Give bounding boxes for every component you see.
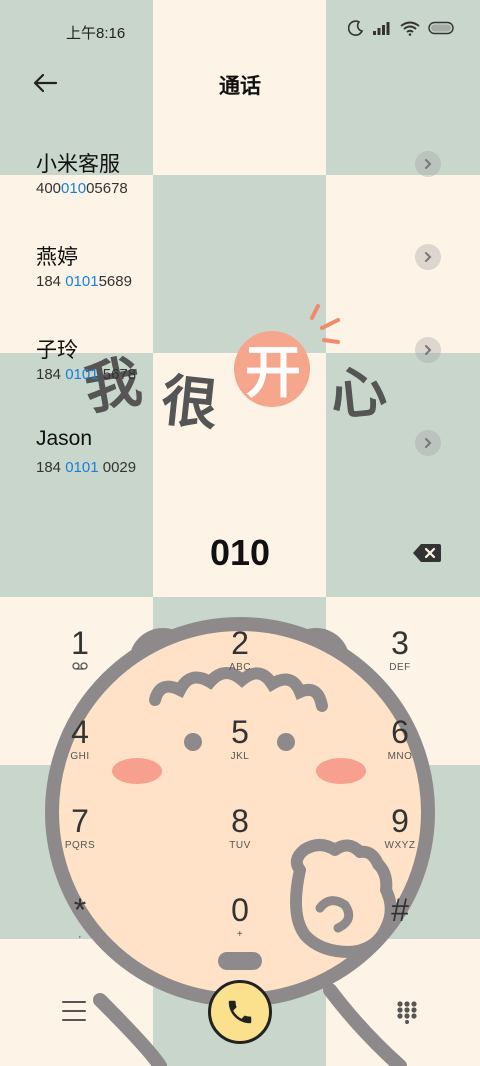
menu-button[interactable] [60,998,88,1024]
battery-icon [428,21,454,35]
app-header: 通话 [0,60,480,106]
phone-icon [228,1000,252,1024]
dialer-bottom-bar [0,980,480,1050]
contact-number: 184 0101 5678 [36,366,137,383]
dial-key-2[interactable]: 2 ABC [190,624,290,704]
contact-number: 40001005678 [36,180,128,197]
dialed-number: 010 [209,532,271,573]
dial-key-3[interactable]: 3 DEF [350,624,450,704]
dial-key-6[interactable]: 6 MNO [350,713,450,793]
contact-detail-button[interactable] [415,244,441,270]
chevron-right-icon [425,159,432,169]
dial-key-star[interactable]: * , [30,891,130,971]
chevron-right-icon [425,438,432,448]
contact-name: 子玲 [36,339,78,362]
signal-icon [373,22,390,35]
keypad-toggle-icon[interactable] [396,1000,418,1024]
contact-item[interactable]: 小米客服 40001005678 [0,148,480,228]
contact-name: Jason [36,427,93,450]
contact-item[interactable]: 燕婷 184 01015689 [0,241,480,321]
voicemail-icon [72,662,88,670]
wifi-icon [400,21,420,36]
contact-detail-button[interactable] [415,430,441,456]
dial-key-1[interactable]: 1 [30,624,130,704]
contact-item[interactable]: 子玲 184 0101 5678 [0,334,480,414]
contact-detail-button[interactable] [415,151,441,177]
contact-detail-button[interactable] [415,337,441,363]
status-bar: 上午8:16 [0,0,480,60]
dial-key-5[interactable]: 5 JKL [190,713,290,793]
dial-key-4[interactable]: 4 GHI [30,713,130,793]
chevron-right-icon [425,252,432,262]
backspace-icon[interactable] [412,542,442,564]
contact-number: 184 0101 0029 [36,459,137,476]
dial-key-hash[interactable]: # [350,891,450,971]
menu-icon [62,1001,86,1003]
contact-name: 小米客服 [36,153,120,176]
call-button[interactable] [208,980,272,1044]
dial-key-7[interactable]: 7 PQRS [30,802,130,882]
contact-number: 184 01015689 [36,273,132,290]
contact-name: 燕婷 [36,246,78,269]
contact-item[interactable]: Jason 184 0101 0029 [0,427,480,507]
status-icons [348,20,456,36]
status-time: 上午8:16 [66,25,126,42]
page-title: 通话 [219,75,261,98]
dial-key-0[interactable]: 0 + [190,891,290,971]
chevron-right-icon [425,345,432,355]
do-not-disturb-icon [348,20,364,36]
dial-key-9[interactable]: 9 WXYZ [350,802,450,882]
dial-key-8[interactable]: 8 TUV [190,802,290,882]
